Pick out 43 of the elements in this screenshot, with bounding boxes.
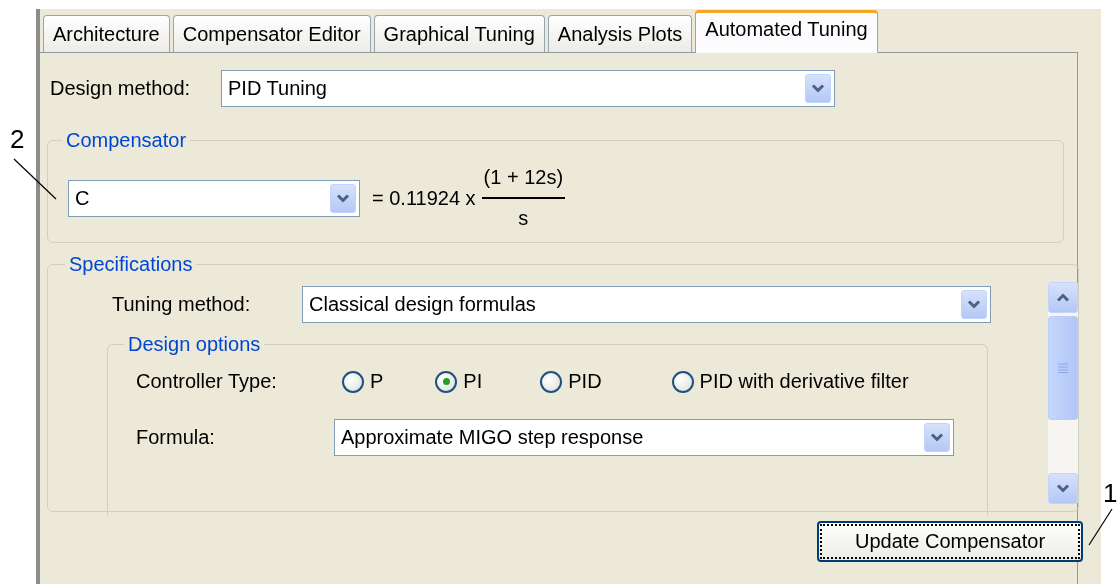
tab[interactable]: Graphical Tuning	[373, 15, 545, 52]
field-label: Formula:	[136, 426, 216, 449]
dropdown-button[interactable]	[961, 290, 987, 319]
radio-button[interactable]: P	[342, 370, 384, 393]
field-label: Design method:	[50, 77, 192, 100]
dropdown-field[interactable]: PID Tuning	[221, 70, 835, 107]
scroll-down-button[interactable]	[1048, 473, 1078, 504]
scroll-up-button[interactable]	[1048, 282, 1078, 313]
tab[interactable]: Analysis Plots	[547, 15, 693, 52]
leader-line	[1088, 508, 1113, 546]
dropdown-button[interactable]	[924, 423, 950, 452]
scroll-thumb[interactable]	[1048, 316, 1078, 420]
callout-number: 2	[10, 124, 25, 155]
chevron-down-icon	[967, 300, 981, 309]
group-title: Design options	[127, 333, 262, 356]
dropdown-button[interactable]	[330, 183, 356, 213]
equation-denominator: s	[518, 206, 529, 230]
chevron-down-icon	[1056, 484, 1070, 493]
group-title: Compensator	[65, 129, 188, 152]
equation-text: = 0.11924 x	[372, 186, 476, 210]
dropdown-field[interactable]: Approximate MIGO step response	[334, 419, 954, 456]
chevron-up-icon	[1056, 293, 1070, 302]
update-button[interactable]: Update Compensator	[817, 521, 1083, 562]
radio-button[interactable]: PID	[540, 370, 602, 393]
chevron-down-icon	[930, 433, 944, 442]
scrollbar[interactable]	[1048, 282, 1078, 504]
dropdown-field[interactable]: Classical design formulas	[302, 286, 991, 323]
callout-number: 1	[1103, 478, 1118, 509]
radio-button[interactable]: PID with derivative filter	[671, 370, 909, 393]
leader-line	[13, 158, 57, 200]
tab[interactable]: Automated Tuning	[695, 10, 878, 53]
grip-icon	[1058, 363, 1068, 373]
chevron-down-icon	[336, 193, 350, 203]
radio-button[interactable]: PI	[435, 370, 483, 393]
field-label: Tuning method:	[112, 293, 252, 316]
tab[interactable]: Compensator Editor	[172, 15, 371, 52]
tab[interactable]: Architecture	[43, 15, 170, 52]
chevron-down-icon	[811, 84, 825, 93]
equation-numerator: (1 + 12s)	[481, 166, 566, 199]
group-title: Specifications	[68, 253, 194, 276]
dropdown-button[interactable]	[805, 74, 831, 103]
dropdown-field[interactable]: C	[68, 179, 360, 217]
field-label: Controller Type:	[136, 370, 278, 393]
